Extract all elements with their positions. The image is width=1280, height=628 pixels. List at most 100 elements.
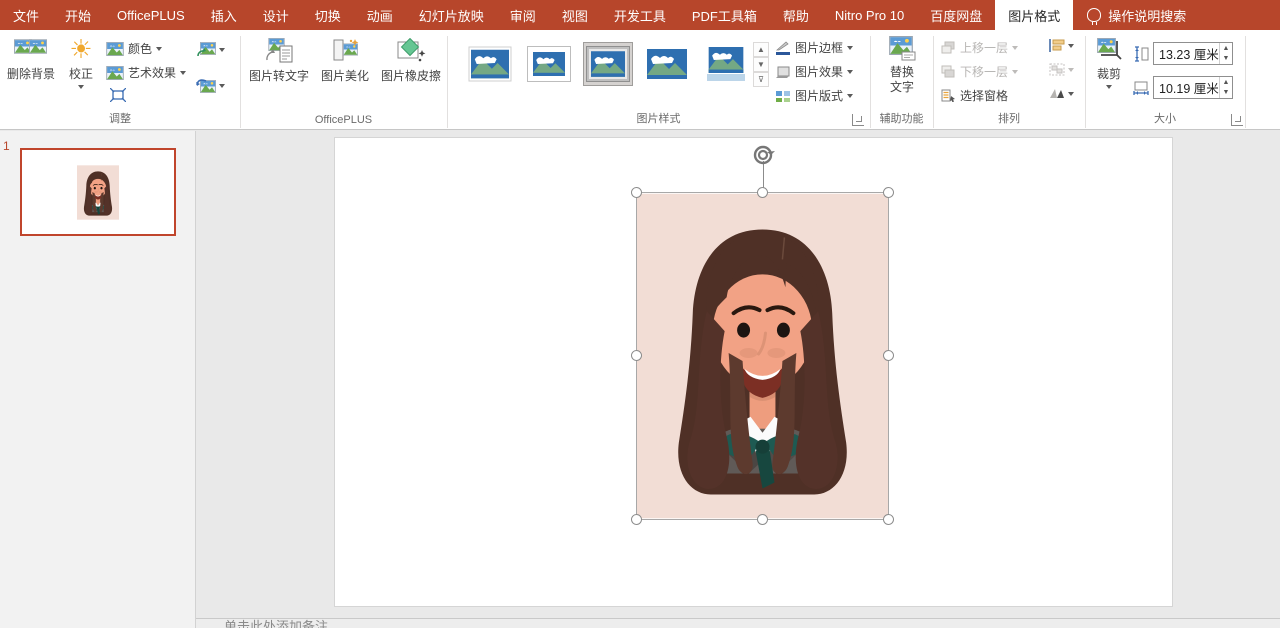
slide-canvas[interactable] bbox=[335, 138, 1172, 606]
group-picture-styles: ▲ ▼ ⊽ 图片边框 图片效果 图片版式 bbox=[447, 30, 870, 129]
width-spinner: ▲ ▼ bbox=[1219, 77, 1232, 98]
resize-handle-top-left[interactable] bbox=[631, 187, 642, 198]
gallery-scroll-up-button[interactable]: ▲ bbox=[753, 42, 769, 57]
resize-handle-top-middle[interactable] bbox=[757, 187, 768, 198]
picture-layout-button[interactable]: 图片版式 bbox=[775, 87, 853, 104]
picture-layout-icon bbox=[775, 89, 791, 103]
tell-me-search[interactable]: 操作说明搜索 bbox=[1073, 0, 1200, 30]
picture-style-thumbnail-selected[interactable] bbox=[583, 42, 633, 86]
selection-outline bbox=[637, 193, 888, 519]
height-field-icon-holder bbox=[1133, 46, 1149, 62]
alt-text-button[interactable]: 替换文字 bbox=[880, 36, 924, 95]
picture-to-text-icon bbox=[264, 38, 294, 64]
tab-pdf-toolbox[interactable]: PDF工具箱 bbox=[679, 0, 770, 30]
tab-transitions[interactable]: 切换 bbox=[302, 0, 354, 30]
dropdown-caret-icon bbox=[219, 48, 225, 52]
group-label-arrange: 排列 bbox=[933, 110, 1085, 126]
notes-pane[interactable]: 单击此处添加备注 bbox=[196, 618, 1280, 628]
corrections-button[interactable]: ☀ 校正 bbox=[62, 36, 100, 89]
dropdown-caret-icon bbox=[180, 71, 186, 75]
dropdown-caret-icon bbox=[1012, 70, 1018, 74]
reset-picture-button[interactable] bbox=[196, 78, 225, 94]
tab-file[interactable]: 文件 bbox=[0, 0, 52, 30]
picture-to-text-button[interactable]: 图片转文字 bbox=[246, 38, 312, 84]
width-spin-down-button[interactable]: ▼ bbox=[1220, 88, 1232, 99]
picture-style-gallery bbox=[465, 42, 751, 86]
tab-review[interactable]: 审阅 bbox=[497, 0, 549, 30]
gallery-more-button[interactable]: ⊽ bbox=[753, 72, 769, 87]
bring-forward-icon bbox=[941, 41, 956, 54]
align-objects-button[interactable] bbox=[1049, 39, 1074, 52]
send-backward-button[interactable]: 下移一层 bbox=[941, 63, 1018, 80]
dropdown-caret-icon bbox=[847, 94, 853, 98]
group-officeplus: 图片转文字 图片美化 图片橡皮擦 OfficePLUS bbox=[240, 30, 447, 129]
tab-design[interactable]: 设计 bbox=[250, 0, 302, 30]
picture-style-thumbnail[interactable] bbox=[642, 42, 692, 86]
picture-effects-button[interactable]: 图片效果 bbox=[775, 63, 853, 80]
remove-background-button[interactable]: 删除背景 bbox=[6, 36, 56, 82]
resize-handle-bottom-right[interactable] bbox=[883, 514, 894, 525]
workspace: 1 单击此处添加备注 bbox=[0, 131, 1280, 628]
dropdown-caret-icon bbox=[1068, 92, 1074, 96]
group-label-officeplus: OfficePLUS bbox=[240, 114, 447, 126]
tab-slide-show[interactable]: 幻灯片放映 bbox=[406, 0, 497, 30]
rotate-objects-button[interactable] bbox=[1049, 87, 1074, 100]
send-backward-icon bbox=[941, 65, 956, 78]
picture-beautify-button[interactable]: 图片美化 bbox=[314, 38, 376, 84]
crop-icon bbox=[1095, 36, 1123, 62]
rotate-handle-icon[interactable] bbox=[751, 143, 775, 167]
shape-height-value[interactable]: 13.23 厘米 bbox=[1154, 44, 1219, 63]
picture-eraser-button[interactable]: 图片橡皮擦 bbox=[378, 38, 444, 84]
resize-handle-middle-right[interactable] bbox=[883, 350, 894, 361]
tab-developer[interactable]: 开发工具 bbox=[601, 0, 679, 30]
slide-thumbnail[interactable] bbox=[20, 148, 176, 236]
alt-text-icon bbox=[887, 36, 917, 62]
tab-help[interactable]: 帮助 bbox=[770, 0, 822, 30]
shape-width-value[interactable]: 10.19 厘米 bbox=[1154, 78, 1219, 97]
tab-insert[interactable]: 插入 bbox=[198, 0, 250, 30]
picture-style-thumbnail[interactable] bbox=[524, 42, 574, 86]
picture-style-thumbnail[interactable] bbox=[465, 42, 515, 86]
group-objects-button[interactable] bbox=[1049, 63, 1074, 76]
color-button[interactable]: 颜色 bbox=[106, 40, 162, 57]
slide-thumbnail-panel[interactable]: 1 bbox=[0, 131, 196, 628]
selected-picture[interactable] bbox=[637, 193, 888, 519]
rotate-icon bbox=[1049, 87, 1065, 100]
width-spin-up-button[interactable]: ▲ bbox=[1220, 77, 1232, 88]
tab-animations[interactable]: 动画 bbox=[354, 0, 406, 30]
resize-handle-middle-left[interactable] bbox=[631, 350, 642, 361]
remove-background-icon bbox=[14, 36, 48, 62]
picture-styles-dialog-launcher[interactable] bbox=[852, 114, 864, 126]
shape-width-field[interactable]: 10.19 厘米 ▲ ▼ bbox=[1153, 76, 1233, 99]
artistic-effects-button[interactable]: 艺术效果 bbox=[106, 64, 186, 81]
picture-border-button[interactable]: 图片边框 bbox=[775, 39, 853, 56]
tab-picture-format[interactable]: 图片格式 bbox=[995, 0, 1073, 30]
selection-pane-button[interactable]: 选择窗格 bbox=[941, 87, 1008, 104]
bring-forward-button[interactable]: 上移一层 bbox=[941, 39, 1018, 56]
picture-style-thumbnail[interactable] bbox=[701, 42, 751, 86]
height-spin-up-button[interactable]: ▲ bbox=[1220, 43, 1232, 54]
shape-height-field[interactable]: 13.23 厘米 ▲ ▼ bbox=[1153, 42, 1233, 65]
compress-picture-button[interactable] bbox=[110, 88, 126, 102]
tab-home[interactable]: 开始 bbox=[52, 0, 104, 30]
resize-handle-bottom-left[interactable] bbox=[631, 514, 642, 525]
tab-officeplus[interactable]: OfficePLUS bbox=[104, 0, 198, 30]
notes-placeholder: 单击此处添加备注 bbox=[196, 619, 1280, 628]
crop-button[interactable]: 裁剪 bbox=[1089, 36, 1129, 89]
gallery-scroll-down-button[interactable]: ▼ bbox=[753, 57, 769, 72]
tab-nitro-pro[interactable]: Nitro Pro 10 bbox=[822, 0, 917, 30]
size-dialog-launcher[interactable] bbox=[1231, 114, 1243, 126]
sun-icon: ☀ bbox=[69, 36, 92, 62]
tab-view[interactable]: 视图 bbox=[549, 0, 601, 30]
dropdown-caret-icon bbox=[1012, 46, 1018, 50]
tab-baidu-netdisk[interactable]: 百度网盘 bbox=[917, 0, 995, 30]
group-arrange: 上移一层 下移一层 选择窗格 bbox=[933, 30, 1085, 129]
height-spin-down-button[interactable]: ▼ bbox=[1220, 54, 1232, 65]
resize-handle-top-right[interactable] bbox=[883, 187, 894, 198]
dropdown-caret-icon bbox=[847, 46, 853, 50]
resize-handle-bottom-middle[interactable] bbox=[757, 514, 768, 525]
dropdown-caret-icon bbox=[219, 84, 225, 88]
ribbon-tab-bar: 文件 开始 OfficePLUS 插入 设计 切换 动画 幻灯片放映 审阅 视图… bbox=[0, 0, 1280, 30]
group-label-picture-styles: 图片样式 bbox=[447, 110, 870, 126]
change-picture-button[interactable] bbox=[196, 42, 225, 58]
